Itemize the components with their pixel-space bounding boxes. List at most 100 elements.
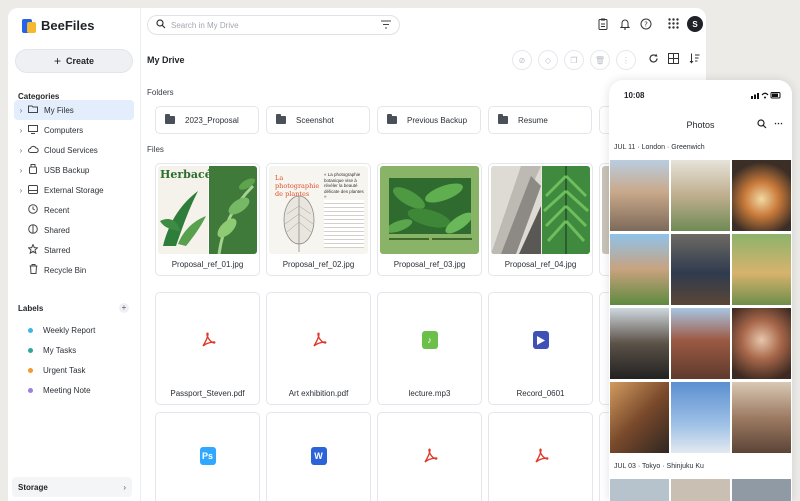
sort-icon[interactable] xyxy=(689,53,700,67)
photo-thumbnail[interactable] xyxy=(610,308,669,379)
storage-section[interactable]: Storage › xyxy=(12,477,132,497)
file-card[interactable] xyxy=(377,412,482,501)
sidebar-item-label: Computers xyxy=(44,125,84,135)
pdf-icon xyxy=(422,447,438,465)
sidebar-item-computers[interactable]: › Computers xyxy=(14,120,134,140)
more-horizontal-icon[interactable]: ⋯ xyxy=(774,118,783,129)
folder-card[interactable]: Sceenshot xyxy=(266,106,370,134)
folder-name: 2023_Proposal xyxy=(185,115,239,125)
folder-name: Sceenshot xyxy=(296,115,334,125)
label-color-dot xyxy=(28,387,33,393)
delete-icon[interactable]: 🗑 xyxy=(590,50,610,70)
app-window: BeeFiles + Create Categories › My Files › C… xyxy=(8,8,706,501)
sidebar-item-cloud-services[interactable]: › Cloud Services xyxy=(14,140,134,160)
apps-grid-icon[interactable] xyxy=(667,18,679,32)
file-card[interactable]: Ps xyxy=(155,412,260,501)
folder-name: Previous Backup xyxy=(407,115,468,125)
sidebar-item-starred[interactable]: Starred xyxy=(14,240,134,260)
photo-thumbnail[interactable] xyxy=(732,160,791,231)
add-label-button[interactable]: + xyxy=(119,303,129,313)
photo-thumbnail[interactable] xyxy=(610,382,669,453)
drive-icon xyxy=(25,184,41,196)
file-name: Proposal_ref_01.jpg xyxy=(171,260,244,269)
photo-thumbnail[interactable] xyxy=(671,479,730,501)
chevron-right-icon[interactable]: › xyxy=(17,106,25,115)
folder-card[interactable]: Previous Backup xyxy=(377,106,481,134)
pdf-icon xyxy=(311,331,327,349)
copy-icon[interactable]: ❐ xyxy=(564,50,584,70)
photo-thumbnail[interactable] xyxy=(610,234,669,305)
refresh-icon[interactable] xyxy=(648,53,659,67)
file-card[interactable]: Passport_Steven.pdf xyxy=(155,292,260,405)
svg-text:?: ? xyxy=(644,21,648,29)
photo-thumbnail[interactable] xyxy=(732,382,791,453)
create-button[interactable]: + Create xyxy=(15,49,133,73)
logo[interactable]: BeeFiles xyxy=(22,18,94,33)
label-item[interactable]: Urgent Task xyxy=(14,360,134,380)
grid-view-icon[interactable] xyxy=(668,53,679,67)
sidebar-item-my-files[interactable]: › My Files xyxy=(14,100,134,120)
photo-section-heading: JUL 03 · Tokyo · Shinjuku Ku xyxy=(614,463,704,470)
photo-thumbnail[interactable] xyxy=(671,308,730,379)
label-name: Meeting Note xyxy=(43,385,91,395)
label-item[interactable]: Weekly Report xyxy=(14,320,134,340)
phone-mockup: 10:08 Photos ⋯ JUL 11 · London · Greenwi… xyxy=(609,80,792,501)
sidebar-item-recent[interactable]: Recent xyxy=(14,200,134,220)
file-card[interactable]: Herbacée Proposal_ref_01.jpg xyxy=(155,163,260,276)
tag-icon[interactable]: ◇ xyxy=(538,50,558,70)
file-card[interactable]: Proposal_ref_04.jpg xyxy=(488,163,593,276)
chevron-right-icon[interactable]: › xyxy=(17,126,25,135)
photo-thumbnail[interactable] xyxy=(732,308,791,379)
page-title: My Drive xyxy=(147,55,185,65)
photo-thumbnail[interactable] xyxy=(671,160,730,231)
status-icons xyxy=(751,91,781,101)
photo-thumbnail[interactable] xyxy=(610,160,669,231)
photo-thumbnail[interactable] xyxy=(732,479,791,501)
storage-label: Storage xyxy=(18,482,48,492)
sidebar-item-label: Shared xyxy=(44,225,70,235)
music-note-icon: ♪ xyxy=(421,331,438,349)
chevron-right-icon[interactable]: › xyxy=(17,166,25,175)
label-name: Urgent Task xyxy=(43,365,86,375)
file-name: Record_0601 xyxy=(516,389,565,398)
file-card[interactable]: ♪ lecture.mp3 xyxy=(377,292,482,405)
file-card[interactable]: W xyxy=(266,412,371,501)
filter-icon[interactable] xyxy=(381,19,391,31)
folder-card[interactable]: 2023_Proposal xyxy=(155,106,259,134)
sidebar-item-shared[interactable]: Shared xyxy=(14,220,134,240)
label-item[interactable]: My Tasks xyxy=(14,340,134,360)
file-card[interactable]: Art exhibition.pdf xyxy=(266,292,371,405)
chevron-right-icon[interactable]: › xyxy=(17,186,25,195)
search-icon[interactable] xyxy=(757,119,767,131)
sidebar-item-recycle-bin[interactable]: Recycle Bin xyxy=(14,260,134,280)
help-icon[interactable]: ? xyxy=(640,18,652,33)
file-card[interactable]: Record_0601 xyxy=(488,292,593,405)
chevron-right-icon[interactable]: › xyxy=(17,146,25,155)
search-input[interactable] xyxy=(171,20,371,30)
file-card[interactable] xyxy=(488,412,593,501)
file-card[interactable]: Proposal_ref_03.jpg xyxy=(377,163,482,276)
sidebar-item-label: Starred xyxy=(44,245,71,255)
label-item[interactable]: Meeting Note xyxy=(14,380,134,400)
sidebar-item-label: Cloud Services xyxy=(44,145,98,155)
sidebar-item-usb-backup[interactable]: › USB Backup xyxy=(14,160,134,180)
label-color-dot xyxy=(28,327,33,333)
photo-thumbnail[interactable] xyxy=(671,382,730,453)
folder-card[interactable]: Resume xyxy=(488,106,592,134)
phone-time: 10:08 xyxy=(624,91,645,100)
label-color-dot xyxy=(28,347,33,353)
plus-icon: + xyxy=(53,54,61,68)
photo-thumbnail[interactable] xyxy=(671,234,730,305)
photo-thumbnail[interactable] xyxy=(732,234,791,305)
sidebar-item-label: My Files xyxy=(44,105,74,115)
avatar[interactable]: S xyxy=(687,16,703,32)
photo-thumbnail[interactable] xyxy=(610,479,669,501)
bell-icon[interactable] xyxy=(619,18,631,33)
clipboard-icon[interactable] xyxy=(597,18,609,33)
more-vertical-icon[interactable]: ⋮ xyxy=(616,50,636,70)
link-icon[interactable]: ⊘ xyxy=(512,50,532,70)
sidebar-item-external-storage[interactable]: › External Storage xyxy=(14,180,134,200)
search-bar[interactable] xyxy=(147,15,400,35)
sidebar-item-label: External Storage xyxy=(44,185,104,195)
file-card[interactable]: La photographie de plantes « La photogra… xyxy=(266,163,371,276)
